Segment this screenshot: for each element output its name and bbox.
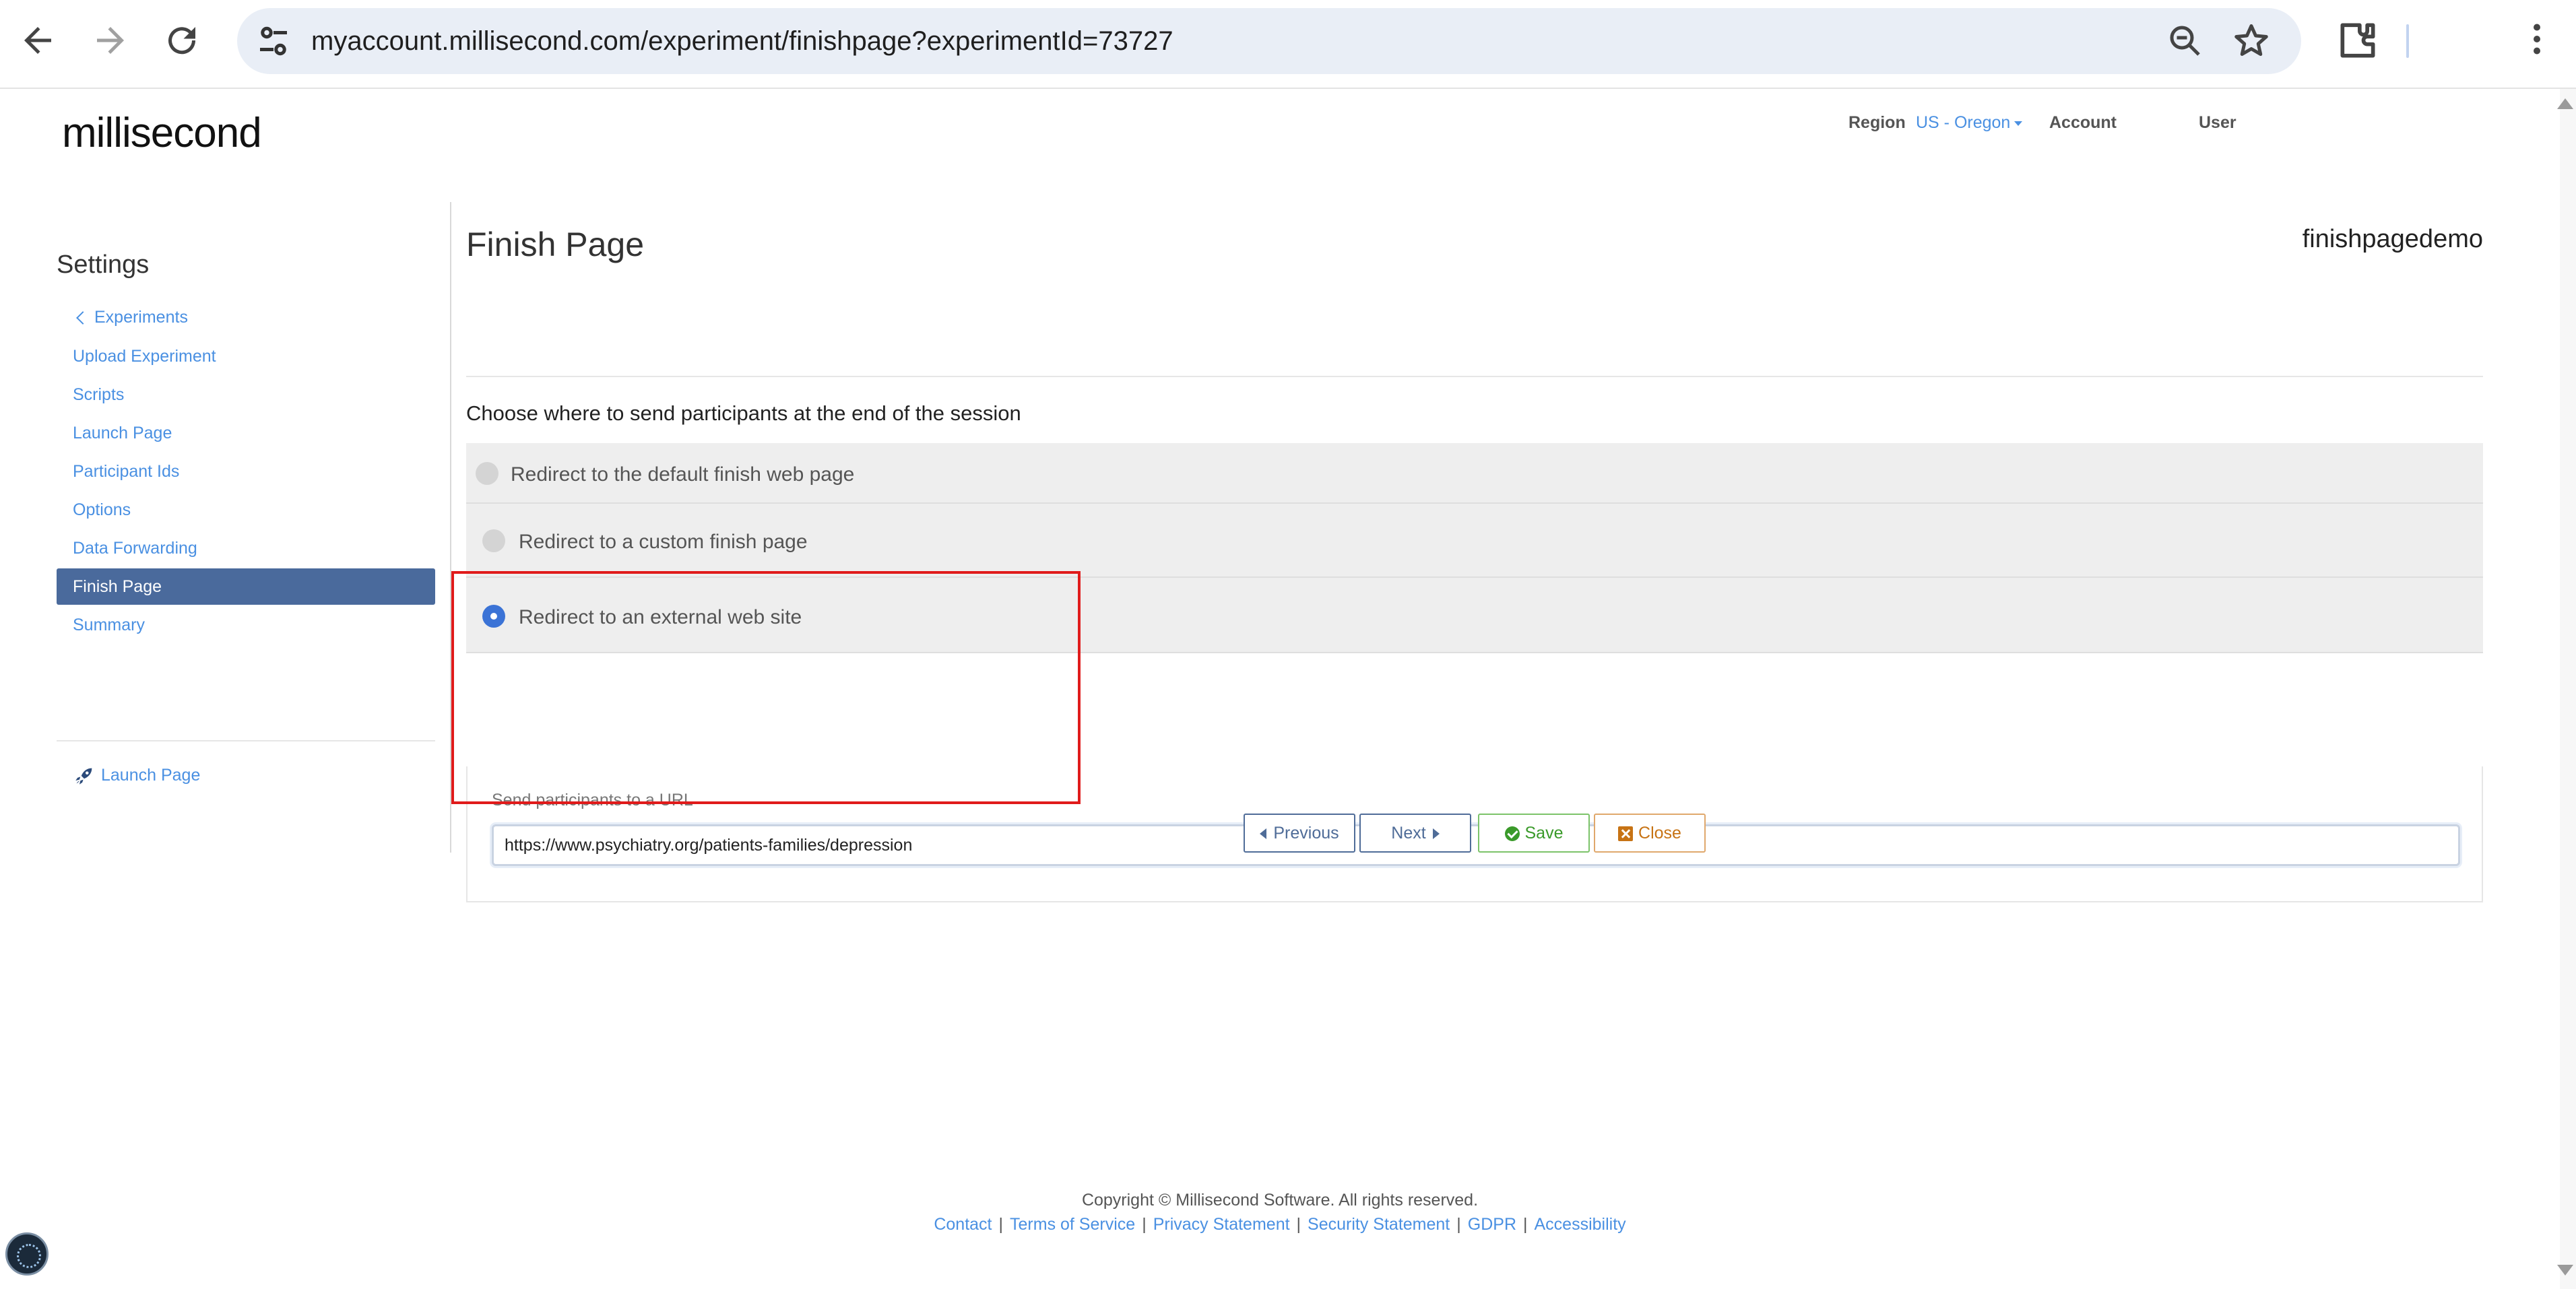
previous-button[interactable]: Previous xyxy=(1244,814,1355,853)
footer-separator: | xyxy=(998,1215,1004,1234)
content-divider xyxy=(450,202,451,853)
option-external-web-site-wrapper: Redirect to an external web site xyxy=(466,578,2483,766)
footer-link-security[interactable]: Security Statement xyxy=(1308,1215,1450,1234)
button-label: Close xyxy=(1638,824,1681,842)
sidebar-item-upload-experiment[interactable]: Upload Experiment xyxy=(57,338,435,374)
caret-left-icon xyxy=(1260,828,1267,840)
save-button[interactable]: Save xyxy=(1478,814,1590,853)
option-custom-finish-page[interactable]: Redirect to a custom finish page xyxy=(466,504,2483,578)
floating-assistant-icon[interactable] xyxy=(5,1232,49,1276)
user-menu[interactable]: User xyxy=(2199,113,2236,133)
sidebar-item-data-forwarding[interactable]: Data Forwarding xyxy=(57,530,435,566)
button-label: Previous xyxy=(1273,824,1339,842)
option-label: Redirect to a custom finish page xyxy=(519,531,808,553)
sidebar-item-options[interactable]: Options xyxy=(57,492,435,528)
sidebar-item-label: Experiments xyxy=(94,308,188,327)
button-label: Save xyxy=(1524,824,1564,842)
sidebar-item-scripts[interactable]: Scripts xyxy=(57,376,435,413)
millisecond-logo[interactable]: millisecond xyxy=(62,109,262,157)
url-text[interactable]: myaccount.millisecond.com/experiment/fin… xyxy=(311,8,1173,74)
caret-right-icon xyxy=(1432,828,1440,840)
close-square-icon xyxy=(1618,826,1634,842)
sidebar-title: Settings xyxy=(57,251,150,279)
chevron-left-icon xyxy=(76,311,90,325)
reload-icon[interactable] xyxy=(162,20,202,61)
option-default-finish-page[interactable]: Redirect to the default finish web page xyxy=(466,443,2483,504)
page-title: Finish Page xyxy=(466,226,645,263)
radio-custom-finish-page[interactable] xyxy=(482,529,505,552)
rocket-icon xyxy=(75,768,92,785)
tune-icon[interactable] xyxy=(253,21,294,61)
footer-link-gdpr[interactable]: GDPR xyxy=(1468,1215,1516,1234)
footer-link-privacy[interactable]: Privacy Statement xyxy=(1153,1215,1290,1234)
experiment-name: finishpagedemo xyxy=(2302,225,2483,253)
url-field-label: Send participants to a URL xyxy=(492,791,693,809)
zoom-icon[interactable] xyxy=(2165,21,2205,61)
sidebar-item-participant-ids[interactable]: Participant Ids xyxy=(57,453,435,490)
footer-link-accessibility[interactable]: Accessibility xyxy=(1535,1215,1626,1234)
footer-links: Contact | Terms of Service | Privacy Stateme… xyxy=(0,1215,2560,1234)
back-arrow-icon[interactable] xyxy=(18,20,58,61)
button-label: Next xyxy=(1391,824,1426,842)
next-button[interactable]: Next xyxy=(1359,814,1471,853)
region-value: US - Oregon xyxy=(1916,113,2011,132)
more-menu-icon[interactable] xyxy=(2517,19,2557,62)
footer-separator: | xyxy=(1523,1215,1528,1234)
footer-copyright: Copyright © Millisecond Software. All ri… xyxy=(1081,1191,1479,1210)
check-circle-icon xyxy=(1504,826,1520,842)
address-bar[interactable]: myaccount.millisecond.com/experiment/fin… xyxy=(237,8,2301,74)
instruction-text: Choose where to send participants at the… xyxy=(466,401,1021,425)
forward-arrow-icon[interactable] xyxy=(90,20,131,61)
close-button[interactable]: Close xyxy=(1594,814,1706,853)
region-dropdown[interactable]: US - Oregon xyxy=(1916,113,2023,133)
footer-separator: | xyxy=(1456,1215,1461,1234)
redirect-url-input[interactable] xyxy=(492,824,2460,866)
region-label: Region xyxy=(1848,113,1906,132)
url-panel: Send participants to a URL xyxy=(466,766,2483,902)
browser-toolbar: myaccount.millisecond.com/experiment/fin… xyxy=(0,0,2576,89)
footer-link-contact[interactable]: Contact xyxy=(934,1215,992,1234)
option-label: Redirect to the default finish web page xyxy=(511,463,855,486)
extensions-icon[interactable] xyxy=(2335,18,2381,63)
sidebar-item-label: Launch Page xyxy=(101,766,201,785)
sidebar-item-summary[interactable]: Summary xyxy=(57,607,435,643)
footer-separator: | xyxy=(1296,1215,1301,1234)
sidebar-divider xyxy=(57,740,435,741)
radio-external-web-site[interactable] xyxy=(482,605,505,628)
footer-link-terms[interactable]: Terms of Service xyxy=(1010,1215,1135,1234)
title-divider xyxy=(466,376,2483,377)
caret-down-icon xyxy=(2014,121,2023,126)
sidebar-item-finish-page[interactable]: Finish Page xyxy=(57,568,435,605)
option-external-web-site[interactable]: Redirect to an external web site xyxy=(466,578,2483,653)
account-menu[interactable]: Account xyxy=(2049,113,2117,133)
logo-text: millisecond xyxy=(62,110,262,156)
radio-default-finish-page[interactable] xyxy=(476,462,498,485)
bookmark-star-icon[interactable] xyxy=(2231,21,2272,61)
page-content: millisecond Region US - Oregon Account U… xyxy=(0,89,2560,1289)
option-label: Redirect to an external web site xyxy=(519,606,802,628)
footer-separator: | xyxy=(1142,1215,1147,1234)
page-scrollbar[interactable] xyxy=(2560,89,2576,1289)
sidebar-launch-page-link[interactable]: Launch Page xyxy=(57,757,435,793)
sidebar-item-launch-page[interactable]: Launch Page xyxy=(57,415,435,451)
sidebar-back-experiments[interactable]: Experiments xyxy=(57,299,435,335)
toolbar-separator xyxy=(2406,24,2409,58)
